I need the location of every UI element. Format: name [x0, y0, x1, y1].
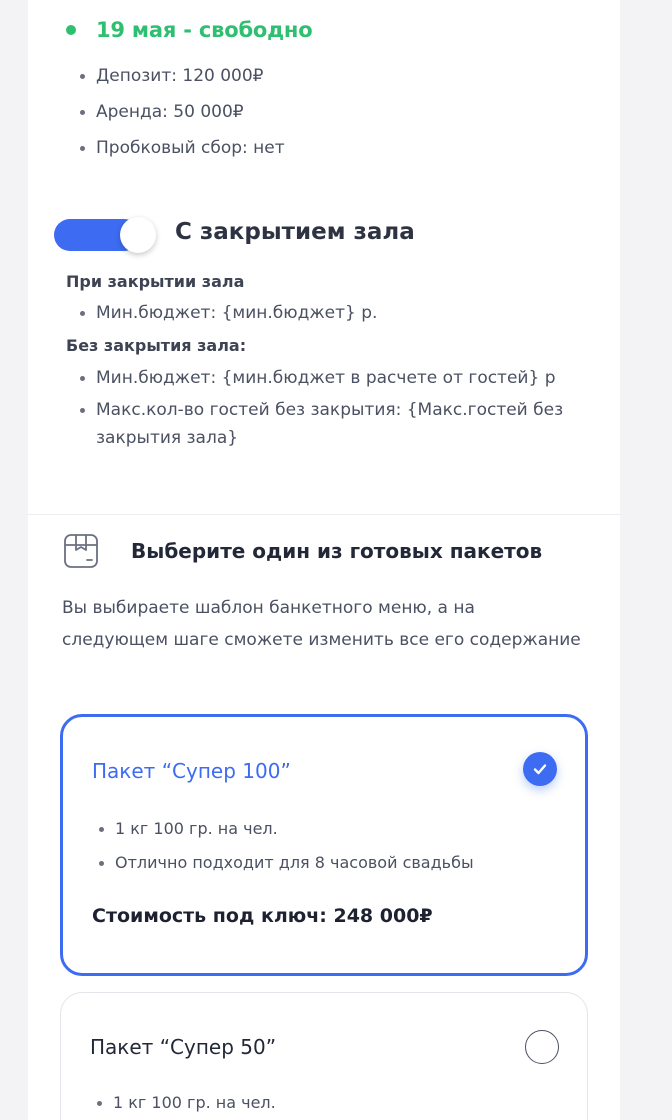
- package-feature: 1 кг 100 гр. на чел.: [95, 815, 474, 849]
- date-status: 19 мая - свободно: [96, 18, 313, 42]
- hall-closure-label: С закрытием зала: [175, 219, 415, 245]
- packages-title: Выберите один из готовых пакетов: [131, 539, 543, 563]
- check-icon[interactable]: [523, 752, 557, 786]
- venue-details-list: Депозит: 120 000₽ Аренда: 50 000₽ Пробко…: [76, 62, 285, 170]
- packages-description: Вы выбираете шаблон банкетного меню, а н…: [62, 598, 581, 650]
- package-card-super-100[interactable]: Пакет “Супер 100” 1 кг 100 гр. на чел. О…: [60, 714, 588, 976]
- box-icon: [64, 534, 98, 568]
- detail-deposit: Депозит: 120 000₽: [76, 62, 285, 98]
- with-closure-min-budget: Мин.бюджет: {мин.бюджет} р.: [76, 299, 576, 327]
- without-closure-list: Мин.бюджет: {мин.бюджет в расчете от гос…: [76, 364, 596, 452]
- without-closure-max-guests: Макс.кол-во гостей без закрытия: {Макс.г…: [76, 396, 596, 452]
- checkmark-icon: [533, 764, 547, 775]
- package-name: Пакет “Супер 50”: [90, 1035, 277, 1059]
- package-card-super-50[interactable]: Пакет “Супер 50” 1 кг 100 гр. на чел.: [60, 992, 588, 1120]
- packages-header: Выберите один из готовых пакетов: [63, 533, 542, 569]
- with-closure-title: При закрытии зала: [66, 272, 245, 291]
- package-feature: 1 кг 100 гр. на чел.: [93, 1089, 276, 1120]
- status-dot-icon: [66, 25, 76, 35]
- section-divider: [28, 514, 620, 515]
- hall-closure-toggle[interactable]: [54, 217, 156, 253]
- package-features: 1 кг 100 гр. на чел. Отлично подходит дл…: [95, 815, 474, 883]
- with-closure-list: Мин.бюджет: {мин.бюджет} р.: [76, 299, 576, 327]
- package-feature: Отлично подходит для 8 часовой свадьбы: [95, 849, 474, 883]
- package-features: 1 кг 100 гр. на чел.: [93, 1089, 276, 1120]
- detail-rent: Аренда: 50 000₽: [76, 98, 285, 134]
- availability-row: 19 мая - свободно: [66, 18, 313, 42]
- package-price: Стоимость под ключ: 248 000₽: [92, 905, 433, 927]
- toggle-knob: [120, 217, 156, 253]
- detail-corkage: Пробковый сбор: нет: [76, 134, 285, 170]
- without-closure-title: Без закрытия зала:: [66, 336, 247, 355]
- radio-button[interactable]: [525, 1030, 559, 1064]
- without-closure-min-budget: Мин.бюджет: {мин.бюджет в расчете от гос…: [76, 364, 596, 392]
- package-name: Пакет “Супер 100”: [92, 759, 291, 783]
